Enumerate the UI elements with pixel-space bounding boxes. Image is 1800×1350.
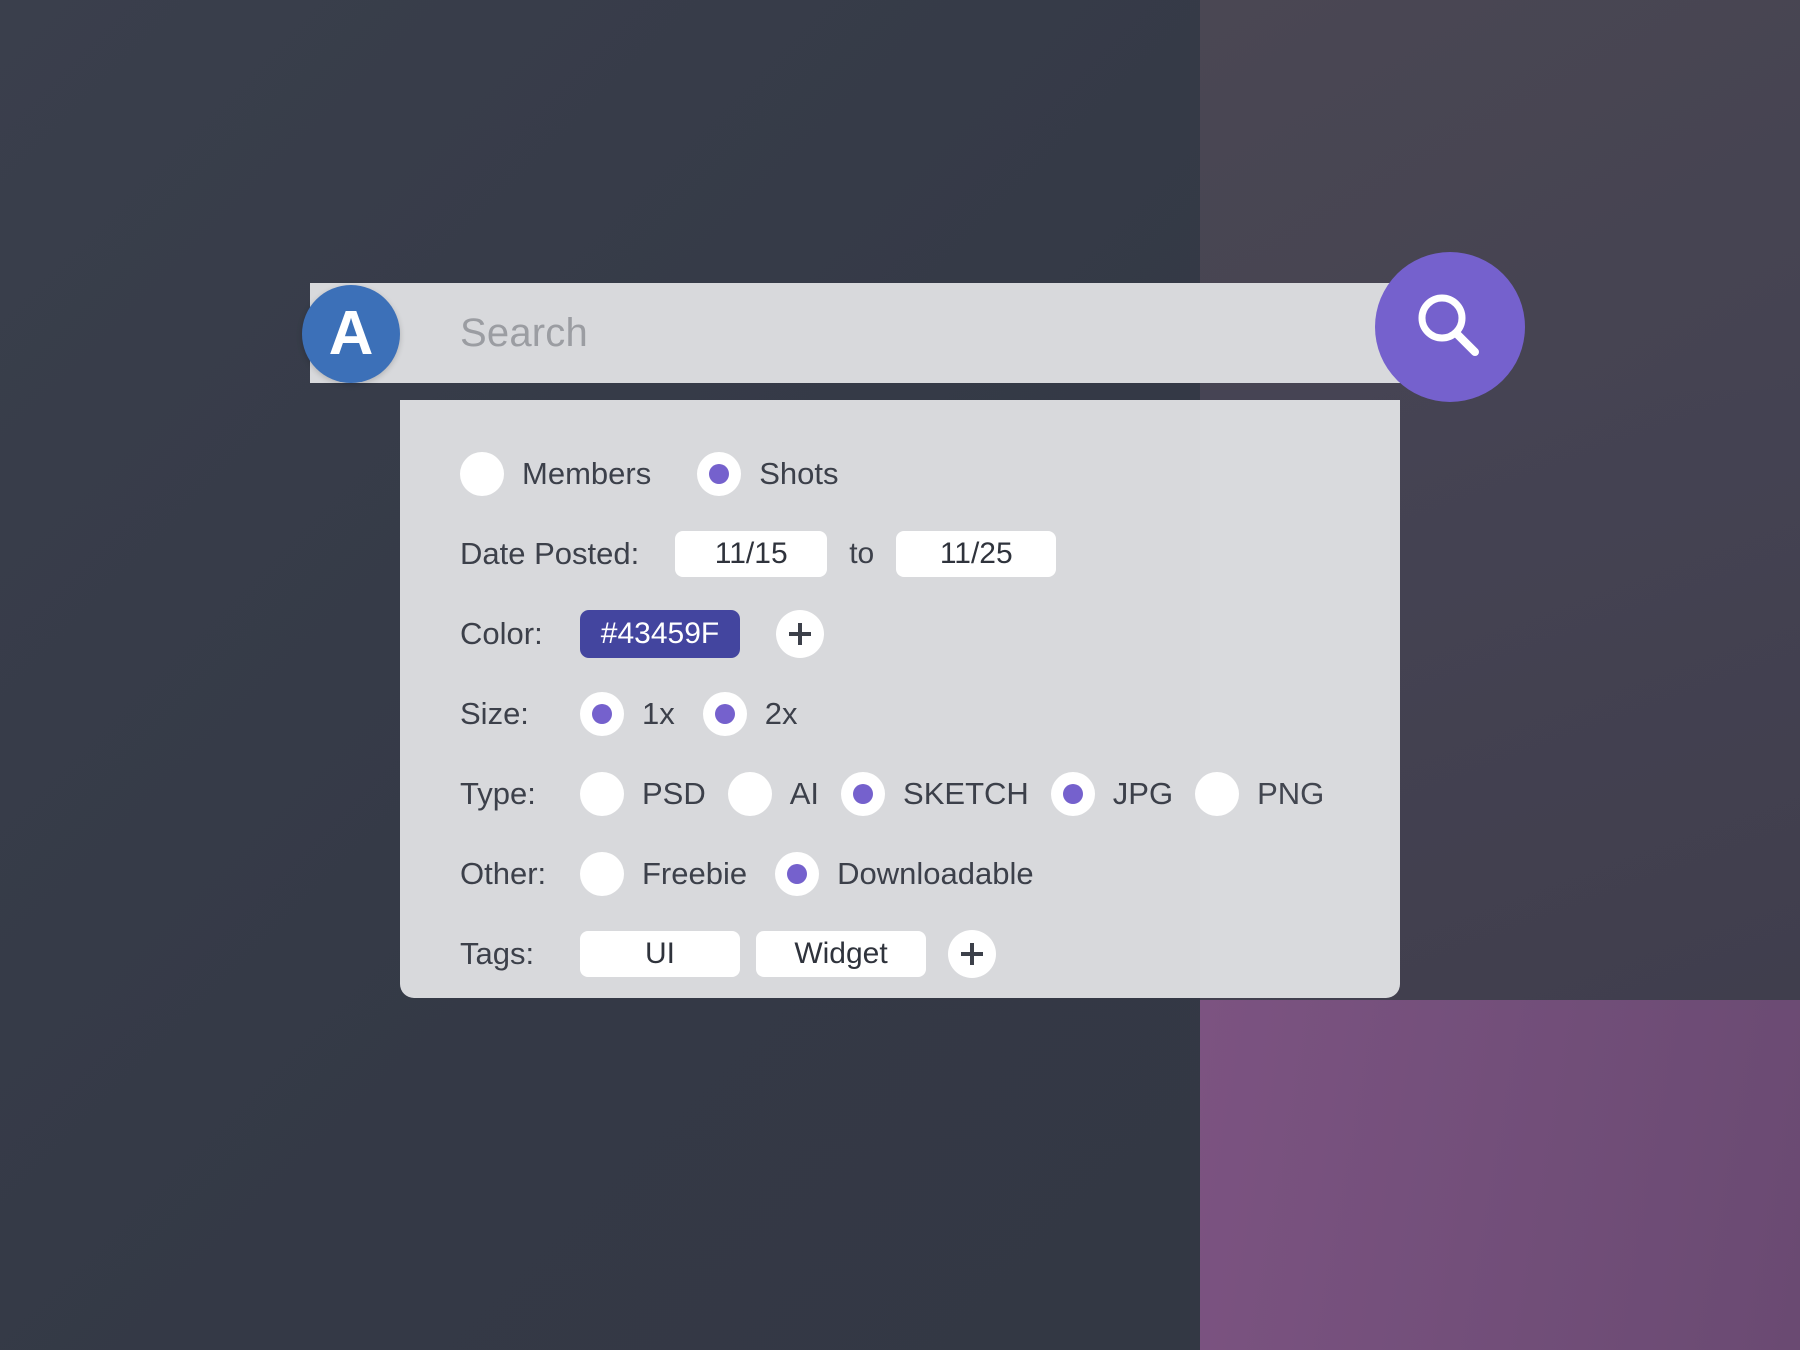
type-label: Type: [460,776,536,811]
radio-label-type-jpg: JPG [1112,776,1174,811]
radio-label-type-psd: PSD [642,776,706,811]
search-icon [1408,285,1492,369]
filter-row-type: Type: PSD AI SKETCH JPG PNG [400,754,1400,834]
radio-option-members[interactable]: Members [460,452,651,496]
color-label: Color: [460,616,543,651]
radio-type-ai[interactable] [727,772,772,816]
size-label: Size: [460,696,529,731]
radio-size-1x[interactable] [580,692,624,736]
radio-label-downloadable: Downloadable [837,856,1034,891]
radio-option-shots[interactable]: Shots [697,452,838,496]
avatar[interactable]: A [302,285,400,383]
radio-label-shots: Shots [759,456,839,491]
plus-icon [785,619,815,649]
tags-label: Tags: [460,936,535,971]
radio-option-type-ai[interactable]: AI [727,772,820,816]
tag-chip[interactable]: Widget [756,931,926,977]
radio-option-type-jpg[interactable]: JPG [1050,772,1174,816]
radio-type-psd[interactable] [580,772,624,816]
radio-shots[interactable] [697,452,742,496]
radio-label-type-sketch: SKETCH [903,776,1029,811]
filter-row-other: Other: Freebie Downloadable [400,834,1400,914]
radio-size-2x[interactable] [702,692,747,736]
filter-panel: Members Shots Date Posted: 11/15 to 11/2… [400,400,1400,998]
radio-members[interactable] [460,452,504,496]
radio-type-sketch[interactable] [841,772,886,816]
radio-option-type-sketch[interactable]: SKETCH [841,772,1029,816]
filter-row-color: Color: #43459F [400,594,1400,674]
search-bar [310,283,1400,383]
color-swatch-chip[interactable]: #43459F [580,610,740,658]
date-separator-label: to [849,537,875,570]
radio-freebie[interactable] [580,852,624,896]
background-right-bottom-panel [1200,1000,1800,1350]
date-from-field[interactable]: 11/15 [675,531,828,577]
date-posted-label: Date Posted: [460,536,640,571]
search-button[interactable] [1375,252,1525,402]
filter-row-date: Date Posted: 11/15 to 11/25 [400,514,1400,594]
add-color-button[interactable] [776,610,824,658]
radio-label-members: Members [522,456,652,491]
radio-label-type-png: PNG [1257,776,1325,811]
search-input[interactable] [310,309,1400,357]
filter-row-tags: Tags: UI Widget [400,914,1400,994]
radio-label-freebie: Freebie [642,856,748,891]
filter-row-size: Size: 1x 2x [400,674,1400,754]
filter-row-scope: Members Shots [400,434,1400,514]
radio-option-size-2x[interactable]: 2x [702,692,798,736]
radio-label-size-2x: 2x [764,696,798,731]
other-label: Other: [460,856,547,891]
radio-downloadable[interactable] [775,852,820,896]
tag-chip[interactable]: UI [580,931,740,977]
plus-icon [957,939,987,969]
radio-option-size-1x[interactable]: 1x [580,692,675,736]
radio-option-downloadable[interactable]: Downloadable [775,852,1034,896]
radio-option-freebie[interactable]: Freebie [580,852,747,896]
radio-option-type-png[interactable]: PNG [1195,772,1324,816]
radio-type-png[interactable] [1195,772,1240,816]
date-to-field[interactable]: 11/25 [896,531,1057,577]
radio-type-jpg[interactable] [1050,772,1095,816]
radio-label-type-ai: AI [789,776,820,811]
radio-option-type-psd[interactable]: PSD [580,772,706,816]
radio-label-size-1x: 1x [642,696,675,731]
app-window: A Members Shots Date Posted: [0,0,1800,1350]
add-tag-button[interactable] [948,930,996,978]
